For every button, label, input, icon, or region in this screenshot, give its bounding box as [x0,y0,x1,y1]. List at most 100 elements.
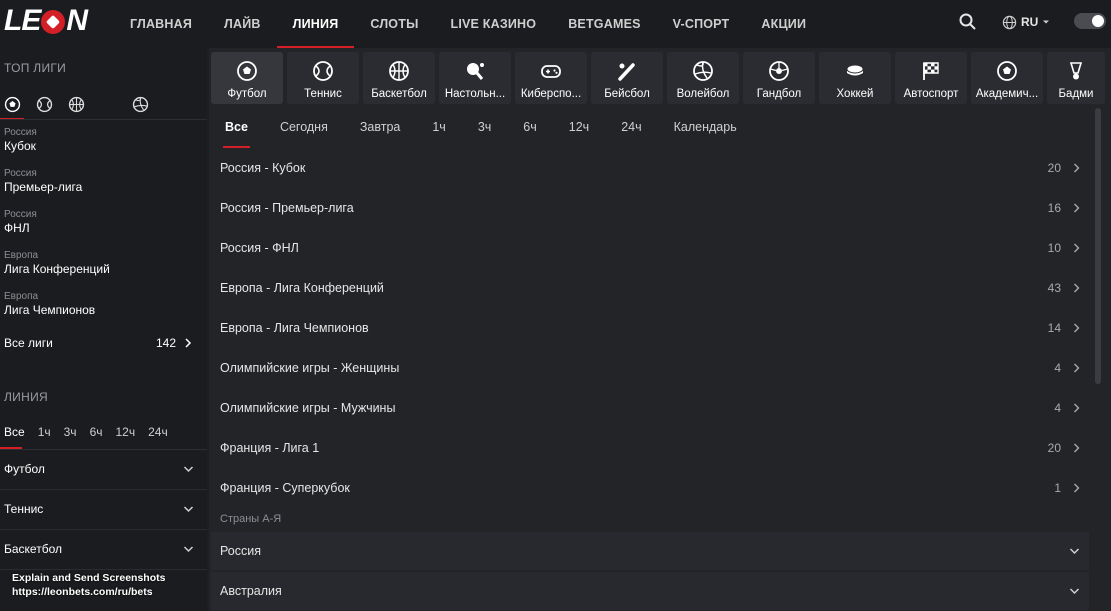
tennis-icon[interactable] [36,96,53,113]
sport-tile-label: Хоккей [836,88,874,100]
sidebar-league-item[interactable]: Россия Премьер-лига [4,167,82,195]
screenshot-tooltip: Explain and Send Screenshots https://leo… [12,571,165,599]
sport-tile-label: Футбол [227,88,267,100]
sidebar-league-item[interactable]: Европа Лига Чемпионов [4,290,95,318]
time-tab-6[interactable]: 12ч [569,120,589,148]
line-tab-3[interactable]: 6ч [86,425,107,439]
sidebar-league-item[interactable]: Россия Кубок [4,126,37,154]
league-row-count: 10 [1047,241,1061,255]
league-row[interactable]: Россия - Кубок 20 [209,148,1091,188]
league-row-count: 1 [1054,481,1061,495]
line-tab-0[interactable]: Все [0,425,29,439]
nav-item-7[interactable]: АКЦИИ [745,0,822,48]
league-row-count: 4 [1054,401,1061,415]
league-row-count: 20 [1047,441,1061,455]
sport-tile-volleyball[interactable]: Волейбол [667,52,739,104]
nav-item-4[interactable]: LIVE КАЗИНО [435,0,553,48]
top-leagues-title: ТОП ЛИГИ [4,61,67,75]
line-tab-1[interactable]: 1ч [34,425,55,439]
volleyball-icon[interactable] [132,96,149,113]
main-nav: ГЛАВНАЯ ЛАЙВ ЛИНИЯ СЛОТЫ LIVE КАЗИНО BETGAMES… [114,0,822,48]
league-row[interactable]: Россия - ФНЛ 10 [209,228,1091,268]
nav-item-6[interactable]: V-СПОРТ [657,0,746,48]
sport-tile-hockey-puck[interactable]: Хоккей [819,52,891,104]
scrollbar[interactable] [1095,108,1101,384]
esports-icon[interactable] [100,96,117,113]
sidebar-league-item[interactable]: Россия ФНЛ [4,208,37,236]
league-row[interactable]: Россия - Премьер-лига 16 [209,188,1091,228]
time-tab-2[interactable]: Завтра [360,120,401,148]
countries-title: Страны А-Я [220,513,282,525]
nav-item-0[interactable]: ГЛАВНАЯ [114,0,208,48]
all-leagues-link[interactable]: Все лиги 142 [4,336,192,350]
sport-tile-tennis[interactable]: Теннис [287,52,359,104]
volleyball-icon [692,60,714,82]
league-row-count: 14 [1047,321,1061,335]
sport-tile-gamepad[interactable]: Киберспо... [515,52,587,104]
league-row[interactable]: Европа - Лига Конференций 43 [209,268,1091,308]
all-leagues-count: 142 [155,336,176,350]
sport-tile-basketball[interactable]: Баскетбол [363,52,435,104]
line-tab-4[interactable]: 12ч [112,425,140,439]
sport-tile-table-tennis[interactable]: Настольн... [439,52,511,104]
sidebar-sport-item[interactable]: Футбол [4,462,194,476]
league-country: Россия [4,209,37,220]
sidebar-league-item[interactable]: Европа Лига Конференций [4,249,110,277]
league-row-name: Европа - Лига Чемпионов [220,321,369,335]
country-row[interactable]: Австралия [211,572,1089,610]
logo-text-right: N [66,4,88,37]
nav-item-2[interactable]: ЛИНИЯ [276,0,355,48]
academic-football-icon [996,60,1018,82]
time-tab-4[interactable]: 3ч [478,120,491,148]
time-tab-8[interactable]: Календарь [674,120,737,148]
chevron-right-icon [1074,283,1080,293]
time-tab-5[interactable]: 6ч [523,120,536,148]
league-row[interactable]: Олимпийские игры - Женщины 4 [209,348,1091,388]
theme-toggle[interactable] [1074,13,1106,29]
football-icon[interactable] [4,96,21,113]
leon-logo[interactable]: LE N [4,4,88,37]
country-name: Россия [220,544,261,558]
sports-bar: Футбол Теннис Баскетбол Настольн... Киберспо… [211,52,1105,104]
nav-item-3[interactable]: СЛОТЫ [354,0,434,48]
divider [0,119,207,120]
chevron-down-icon [183,466,194,473]
league-name: Кубок [4,139,36,153]
sidebar-sport-item[interactable]: Теннис [4,502,194,516]
sidebar-sport-item[interactable]: Баскетбол [4,542,194,556]
chevron-right-icon [185,338,192,348]
basketball-icon[interactable] [68,96,85,113]
league-row[interactable]: Франция - Суперкубок 1 [209,468,1091,508]
time-tab-1[interactable]: Сегодня [280,120,328,148]
sport-tile-football[interactable]: Футбол [211,52,283,104]
search-icon[interactable] [958,12,978,32]
tooltip-url: https://leonbets.com/ru/bets [12,586,153,598]
sport-tile-checkered-flag[interactable]: Автоспорт [895,52,967,104]
chevron-right-icon [1074,243,1080,253]
line-time-tabs: Все 1ч 3ч 6ч 12ч 24ч [0,425,177,439]
league-row[interactable]: Европа - Лига Чемпионов 14 [209,308,1091,348]
sport-tile-baseball[interactable]: Бейсбол [591,52,663,104]
sport-name: Футбол [4,462,45,476]
sport-tile-badminton[interactable]: Бадми [1047,52,1105,104]
table-tennis-icon [464,60,486,82]
time-tab-3[interactable]: 1ч [432,120,445,148]
sport-tile-label: Баскетбол [371,88,427,100]
sport-tile-academic-football[interactable]: Академич... [971,52,1043,104]
time-tab-7[interactable]: 24ч [621,120,641,148]
nav-item-1[interactable]: ЛАЙВ [208,0,277,48]
line-tab-5[interactable]: 24ч [144,425,172,439]
sport-tile-handball[interactable]: Гандбол [743,52,815,104]
league-row[interactable]: Франция - Лига 1 20 [209,428,1091,468]
sport-tile-label: Бадми [1058,88,1094,100]
league-country: Европа [4,291,39,302]
country-row[interactable]: Россия [211,532,1089,570]
line-title: ЛИНИЯ [4,390,48,404]
language-selector[interactable]: RU [1002,12,1050,32]
nav-item-5[interactable]: BETGAMES [552,0,656,48]
time-tab-0[interactable]: Все [223,120,250,148]
league-row-name: Франция - Лига 1 [220,441,320,455]
league-row[interactable]: Олимпийские игры - Мужчины 4 [209,388,1091,428]
badminton-icon [1065,60,1087,82]
line-tab-2[interactable]: 3ч [60,425,81,439]
